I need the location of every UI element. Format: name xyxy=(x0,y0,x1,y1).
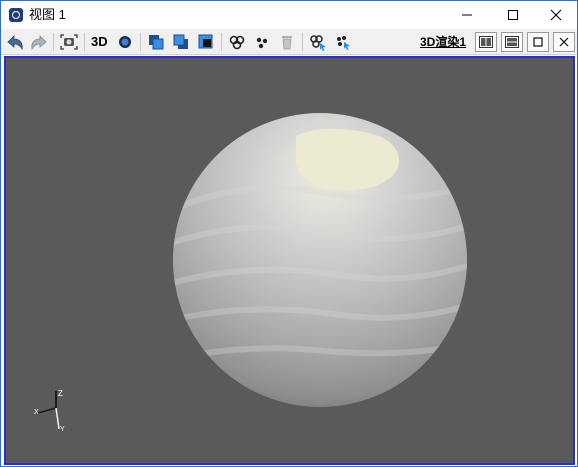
group-button[interactable] xyxy=(226,31,248,53)
restore-view-button[interactable] xyxy=(527,32,549,52)
3d-viewport[interactable]: Z X Y xyxy=(4,56,575,465)
select-group-icon xyxy=(310,35,326,51)
close-view-button[interactable] xyxy=(553,32,575,52)
group-icon xyxy=(229,35,245,50)
window-title: 视图 1 xyxy=(29,7,66,22)
undo-icon xyxy=(7,35,23,51)
render-mode-button[interactable] xyxy=(114,31,136,53)
x-axis-line xyxy=(37,407,57,414)
app-logo-icon xyxy=(9,8,23,22)
send-back-button[interactable] xyxy=(170,31,192,53)
select-points-button[interactable] xyxy=(332,31,354,53)
z-axis-label: Z xyxy=(58,389,63,398)
sphere-dot-icon xyxy=(119,36,131,48)
maximize-icon xyxy=(508,10,518,20)
points-button[interactable] xyxy=(251,31,273,53)
send-back-icon xyxy=(173,34,188,49)
scene-canvas: Z X Y xyxy=(34,113,467,433)
camera-icon xyxy=(60,34,78,50)
toolbar: 3D 3D渲染1 xyxy=(1,29,577,55)
snapshot-button[interactable] xyxy=(58,31,80,53)
toolbar-separator xyxy=(84,33,85,51)
split-vertical-icon xyxy=(479,36,493,48)
maximize-button[interactable] xyxy=(491,1,535,29)
axis-triad: Z X Y xyxy=(34,389,65,433)
split-horizontal-icon xyxy=(505,36,519,48)
toolbar-separator xyxy=(53,33,54,51)
render-tab-link[interactable]: 3D渲染1 xyxy=(420,35,466,49)
y-axis-label: Y xyxy=(60,426,65,433)
redo-button[interactable] xyxy=(28,31,50,53)
select-points-icon xyxy=(337,36,350,50)
toolbar-separator xyxy=(302,33,303,51)
split-horizontal-button[interactable] xyxy=(501,32,523,52)
undo-button[interactable] xyxy=(4,31,26,53)
close-view-icon xyxy=(559,37,569,47)
select-group-button[interactable] xyxy=(307,31,329,53)
bring-front-icon xyxy=(149,35,164,50)
toolbar-separator xyxy=(140,33,141,51)
bring-front-button[interactable] xyxy=(145,31,167,53)
restore-icon xyxy=(533,37,543,47)
x-axis-label: X xyxy=(34,409,39,416)
points-icon xyxy=(256,37,268,49)
title-bar: 视图 1 xyxy=(1,1,577,29)
close-icon xyxy=(550,9,562,21)
y-axis-line xyxy=(55,407,60,430)
delete-button[interactable] xyxy=(276,31,298,53)
layer-icon xyxy=(198,34,213,49)
split-vertical-button[interactable] xyxy=(475,32,497,52)
viewer-window: 视图 1 3D 3D渲染1 Z X Y xyxy=(0,0,578,467)
redo-icon xyxy=(31,35,47,51)
close-button[interactable] xyxy=(534,1,578,29)
view-3d-button[interactable]: 3D xyxy=(91,34,108,50)
minimize-button[interactable] xyxy=(445,1,489,29)
toolbar-separator xyxy=(221,33,222,51)
layer-button[interactable] xyxy=(195,31,217,53)
minimize-icon xyxy=(462,14,472,16)
trash-icon xyxy=(282,36,292,50)
